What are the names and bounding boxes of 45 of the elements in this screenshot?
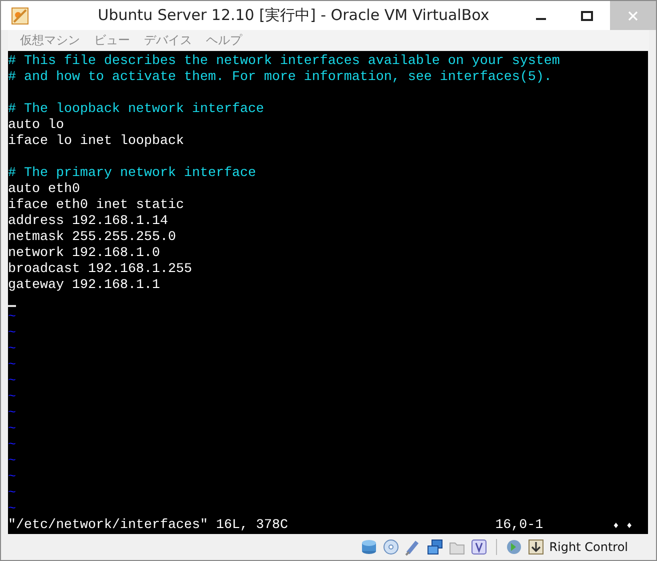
code-comment: # The primary network interface	[8, 166, 256, 182]
window-title: Ubuntu Server 12.10 [実行中] - Oracle VM VirtualBox	[96, 6, 490, 25]
menu-item[interactable]: ヘルプ	[206, 32, 242, 48]
empty-line-marker: ~	[8, 470, 16, 486]
hard-disk-icon[interactable]	[360, 538, 378, 556]
video-capture-icon[interactable]	[470, 538, 488, 556]
host-key-label: Right Control	[549, 540, 628, 554]
empty-line-marker: ~	[8, 342, 16, 358]
code-comment: # The loopback network interface	[8, 102, 264, 118]
code-line: broadcast 192.168.1.255	[8, 262, 192, 278]
network-icon[interactable]	[426, 538, 444, 556]
empty-line-marker: ~	[8, 358, 16, 374]
empty-line-marker: ~	[8, 454, 16, 470]
menu-item[interactable]: デバイス	[144, 32, 192, 48]
menu-item[interactable]: 仮想マシン	[20, 32, 80, 48]
code-line: address 192.168.1.14	[8, 214, 168, 230]
empty-line-marker: ~	[8, 486, 16, 502]
empty-line-marker: ~	[8, 310, 16, 326]
scroll-mark: ♦	[626, 520, 632, 533]
code-line: auto lo	[8, 118, 64, 134]
empty-line-marker: ~	[8, 374, 16, 390]
empty-line-marker: ~	[8, 326, 16, 342]
code-line: network 192.168.1.0	[8, 246, 160, 262]
empty-line-marker: ~	[8, 390, 16, 406]
code-line: gateway 192.168.1.1	[8, 278, 160, 294]
menu-item[interactable]: ビュー	[94, 32, 130, 48]
code-line: auto eth0	[8, 182, 80, 198]
close-icon	[628, 10, 638, 20]
empty-line-marker: ~	[8, 502, 16, 518]
empty-line-marker: ~	[8, 438, 16, 454]
code-line: netmask 255.255.255.0	[8, 230, 176, 246]
text-cursor	[8, 305, 16, 307]
code-line: iface lo inet loopback	[8, 134, 184, 150]
maximize-icon[interactable]	[581, 10, 593, 20]
scroll-mark: ♦	[613, 520, 619, 533]
empty-line-marker: ~	[8, 422, 16, 438]
cursor-position: 16,0-1	[495, 518, 544, 534]
code-comment: # and how to activate them. For more information, see interfaces(5).	[8, 70, 552, 86]
status-message: "/etc/network/interfaces" 16L, 378C	[8, 518, 288, 534]
optical-disc-icon[interactable]	[382, 538, 400, 556]
code-line: iface eth0 inet static	[8, 198, 184, 214]
code-comment: # This file describes the network interfaces available on your system	[8, 54, 560, 70]
keyboard-capture-icon[interactable]	[527, 538, 546, 556]
app-icon	[11, 6, 29, 24]
empty-line-marker: ~	[8, 406, 16, 422]
